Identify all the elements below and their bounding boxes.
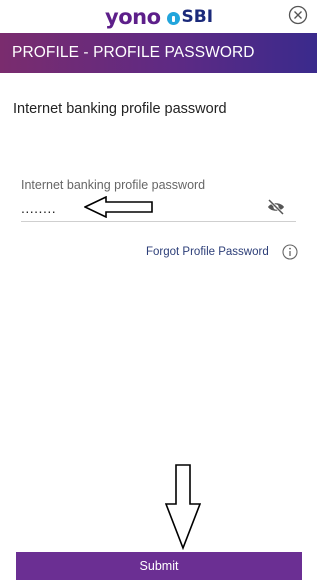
yono-sbi-logo: yono SBI [105,4,213,30]
sbi-logo-icon [166,11,180,25]
top-bar: yono SBI [0,0,317,33]
close-icon [288,5,308,25]
page-title: PROFILE - PROFILE PASSWORD [12,44,255,61]
submit-button[interactable]: Submit [16,552,302,580]
eye-slash-icon [268,199,284,215]
field-underline [21,221,296,222]
password-field-label: Internet banking profile password [21,178,206,192]
page-header: PROFILE - PROFILE PASSWORD [0,33,317,73]
left-arrow-annotation [84,196,153,218]
logo-yono-text: yono [105,5,161,29]
logo-sbi-text: SBI [181,7,214,27]
forgot-profile-password-link[interactable]: Forgot Profile Password [146,246,269,258]
toggle-password-visibility-button[interactable] [267,199,285,215]
info-icon [282,244,298,260]
close-button[interactable] [288,5,308,25]
down-arrow-annotation [165,464,201,550]
section-title: Internet banking profile password [13,101,227,117]
info-button[interactable] [282,244,298,260]
